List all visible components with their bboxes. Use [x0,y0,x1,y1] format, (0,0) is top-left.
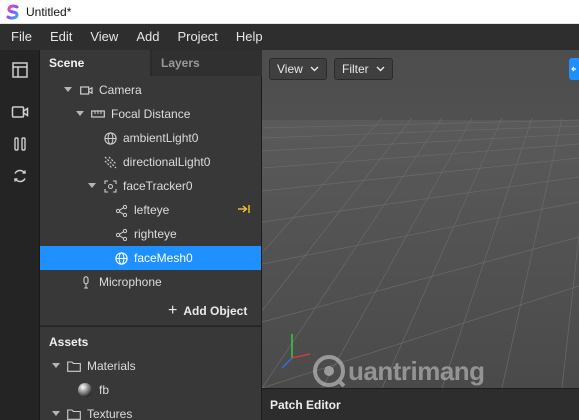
sphere-icon [77,382,93,398]
caret-down-icon[interactable] [51,361,61,371]
watermark-text: uantrimang [348,355,485,386]
menu-bar: File Edit View Add Project Help [0,24,579,50]
tree-row-face-tracker[interactable]: faceTracker0 [40,174,261,198]
scene-viewport[interactable]: View Filter [262,50,579,388]
layout-tool-button[interactable] [10,60,30,80]
tab-scene[interactable]: Scene [40,50,150,76]
asset-row-materials[interactable]: Materials [40,354,261,378]
watermark: uantrimang [312,354,485,388]
tree-row-lefteye[interactable]: lefteye [40,198,261,222]
divider [40,326,261,327]
video-camera-icon [11,106,29,118]
add-object-button[interactable]: + Add Object [168,299,247,323]
title-bar: Untitled* [0,0,579,24]
tree-row-camera[interactable]: Camera [40,78,261,102]
menu-view[interactable]: View [81,24,127,50]
caret-down-icon[interactable] [63,85,73,95]
scene-panel: Scene Layers Camera Focal Distance ambie… [40,50,262,420]
plus-icon: + [168,302,178,319]
tree-label-lefteye: lefteye [134,203,170,217]
panel-tabs: Scene Layers [40,50,262,76]
menu-help[interactable]: Help [227,24,272,50]
folder-icon [67,359,81,373]
chevron-down-icon [310,66,319,72]
tree-row-righteye[interactable]: righteye [40,222,261,246]
globe-icon [114,251,128,265]
tree-label-camera: Camera [99,83,142,97]
tree-row-ambient-light[interactable]: ambientLight0 [40,126,261,150]
window-title: Untitled* [26,4,72,19]
tree-label-face-mesh: faceMesh0 [134,251,193,265]
pause-icon [14,137,26,151]
asset-label-materials: Materials [87,359,136,373]
tree-label-righteye: righteye [134,227,177,241]
filter-dropdown-label: Filter [342,62,369,76]
microphone-icon [79,275,93,289]
arrow-icon [571,66,576,72]
asset-row-fb[interactable]: fb [40,378,261,402]
globe-icon [103,131,117,145]
tree-label-directional-light: directionalLight0 [123,155,211,169]
tab-layers[interactable]: Layers [152,50,262,76]
node-icon [114,203,128,217]
caret-down-icon[interactable] [87,181,97,191]
viewport-action-button[interactable] [569,58,579,80]
ruler-icon [91,107,105,121]
node-icon [114,227,128,241]
refresh-icon [14,169,26,183]
video-tool-button[interactable] [10,102,30,122]
layout-icon [12,62,28,78]
menu-edit[interactable]: Edit [41,24,81,50]
caret-down-icon[interactable] [51,409,61,419]
menu-add[interactable]: Add [127,24,168,50]
chevron-down-icon [376,66,385,72]
face-tracker-icon [103,179,117,193]
filter-dropdown[interactable]: Filter [334,58,393,80]
tree-label-ambient-light: ambientLight0 [123,131,199,145]
ground-grid [262,50,579,388]
arrow-to-bar-icon[interactable] [237,204,251,214]
tree-row-face-mesh[interactable]: faceMesh0 [40,246,261,270]
tree-row-directional-light[interactable]: directionalLight0 [40,150,261,174]
tree-row-focal-distance[interactable]: Focal Distance [40,102,261,126]
menu-file[interactable]: File [0,24,41,50]
patch-editor-panel[interactable]: Patch Editor [262,388,579,420]
tree-row-microphone[interactable]: Microphone [40,270,261,294]
watermark-logo-icon [313,355,346,388]
menu-project[interactable]: Project [168,24,226,50]
folder-icon [67,407,81,420]
view-dropdown[interactable]: View [269,58,327,80]
caret-down-icon[interactable] [75,109,85,119]
view-dropdown-label: View [277,62,303,76]
tree-label-face-tracker: faceTracker0 [123,179,193,193]
app-window: Untitled* File Edit View Add Project Hel… [0,0,579,420]
tool-strip [0,50,40,420]
assets-title: Assets [49,335,89,349]
reload-tool-button[interactable] [10,166,30,186]
asset-row-textures[interactable]: Textures [40,402,261,420]
asset-label-fb: fb [99,383,110,397]
tree-label-microphone: Microphone [99,275,162,289]
pause-tool-button[interactable] [10,134,30,154]
patch-editor-label: Patch Editor [270,398,341,412]
tree-label-focal-distance: Focal Distance [111,107,191,121]
add-object-label: Add Object [183,304,248,318]
directional-light-icon [103,155,117,169]
camera-icon [79,83,93,97]
asset-label-textures: Textures [87,407,133,420]
spark-ar-logo-icon [6,4,19,20]
